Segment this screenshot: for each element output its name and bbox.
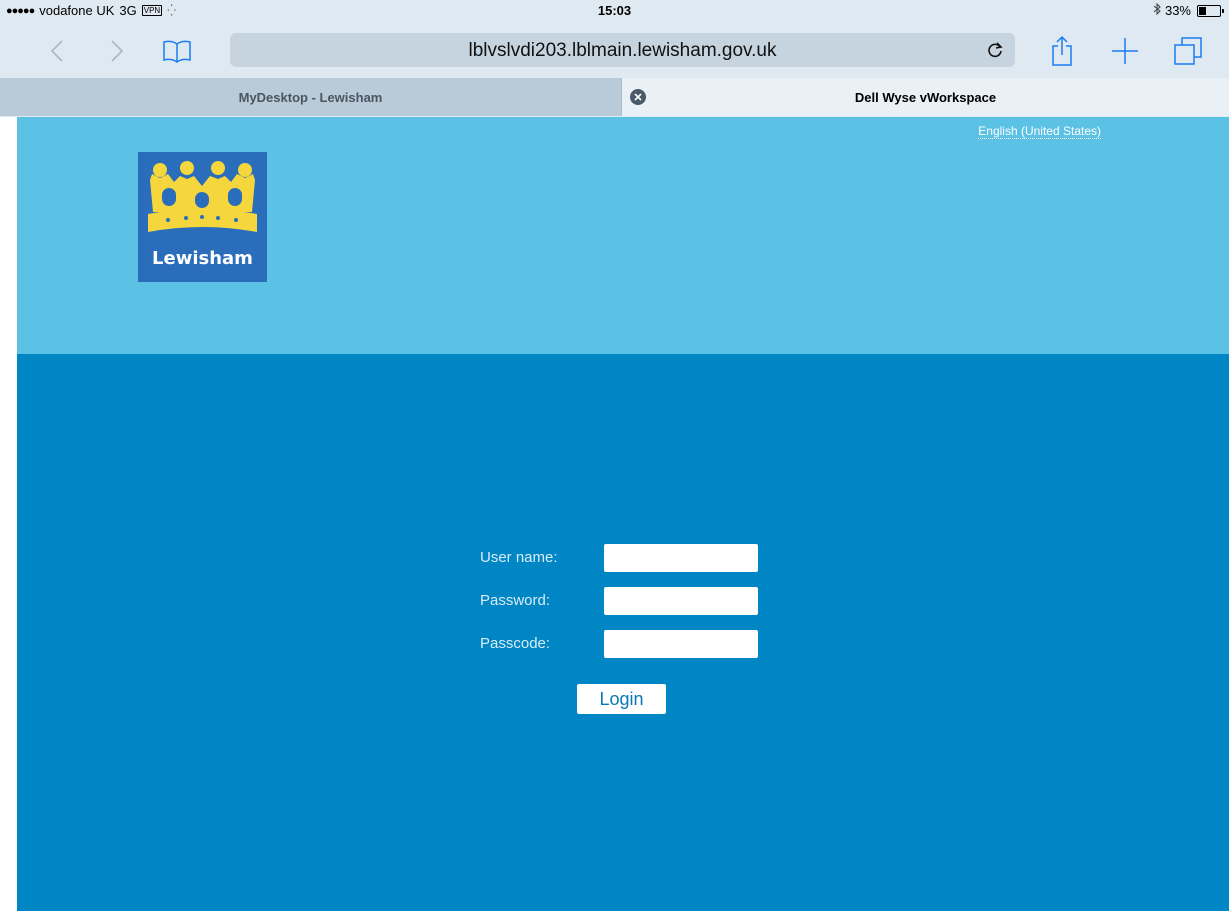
crown-icon [148,161,257,232]
bluetooth-icon [1153,2,1161,18]
plus-icon[interactable] [1108,34,1142,68]
tab-strip: MyDesktop - Lewisham Dell Wyse vWorkspac… [0,78,1229,117]
address-bar[interactable]: lblvslvdi203.lblmain.lewisham.gov.uk [230,33,1015,67]
close-icon[interactable] [630,89,646,105]
lewisham-logo: Lewisham [138,152,267,282]
browser-toolbar: lblvslvdi203.lblmain.lewisham.gov.uk [0,22,1229,78]
reload-icon[interactable] [985,40,1005,60]
login-panel: User name: Password: Passcode: Login [17,354,1229,911]
book-icon[interactable] [160,34,194,68]
username-row: User name: [480,544,780,572]
status-bar: ●●●●● vodafone UK 3G VPN ⁛ 15:03 33% [0,0,1229,22]
tab-label: Dell Wyse vWorkspace [854,89,997,105]
password-input[interactable] [604,587,758,615]
back-chevron-icon[interactable] [40,34,74,68]
url-text[interactable]: lblvslvdi203.lblmain.lewisham.gov.uk [230,40,1015,62]
username-label: User name: [480,549,558,566]
password-row: Password: [480,587,780,615]
share-icon[interactable] [1045,34,1079,68]
tab-dell-wyse[interactable]: Dell Wyse vWorkspace [622,78,1229,116]
login-button[interactable]: Login [577,684,666,714]
passcode-input[interactable] [604,630,758,658]
page-header: English (United States) Lewisham [17,117,1229,354]
passcode-label: Passcode: [480,635,551,652]
username-input[interactable] [604,544,758,572]
status-right: 33% [1153,2,1224,18]
battery-percent: 33% [1164,3,1191,18]
battery-tip [1222,8,1224,13]
password-label: Password: [480,592,551,609]
tabs-icon[interactable] [1171,34,1205,68]
forward-chevron-icon[interactable] [100,34,134,68]
logo-text: Lewisham [152,248,253,269]
battery-icon [1197,4,1224,17]
battery-fill [1199,6,1207,15]
passcode-row: Passcode: [480,630,780,658]
tab-mydesktop[interactable]: MyDesktop - Lewisham [0,78,622,116]
status-time: 15:03 [597,3,632,18]
language-selector-link[interactable]: English (United States) [978,124,1101,139]
tab-label: MyDesktop - Lewisham [238,89,383,105]
